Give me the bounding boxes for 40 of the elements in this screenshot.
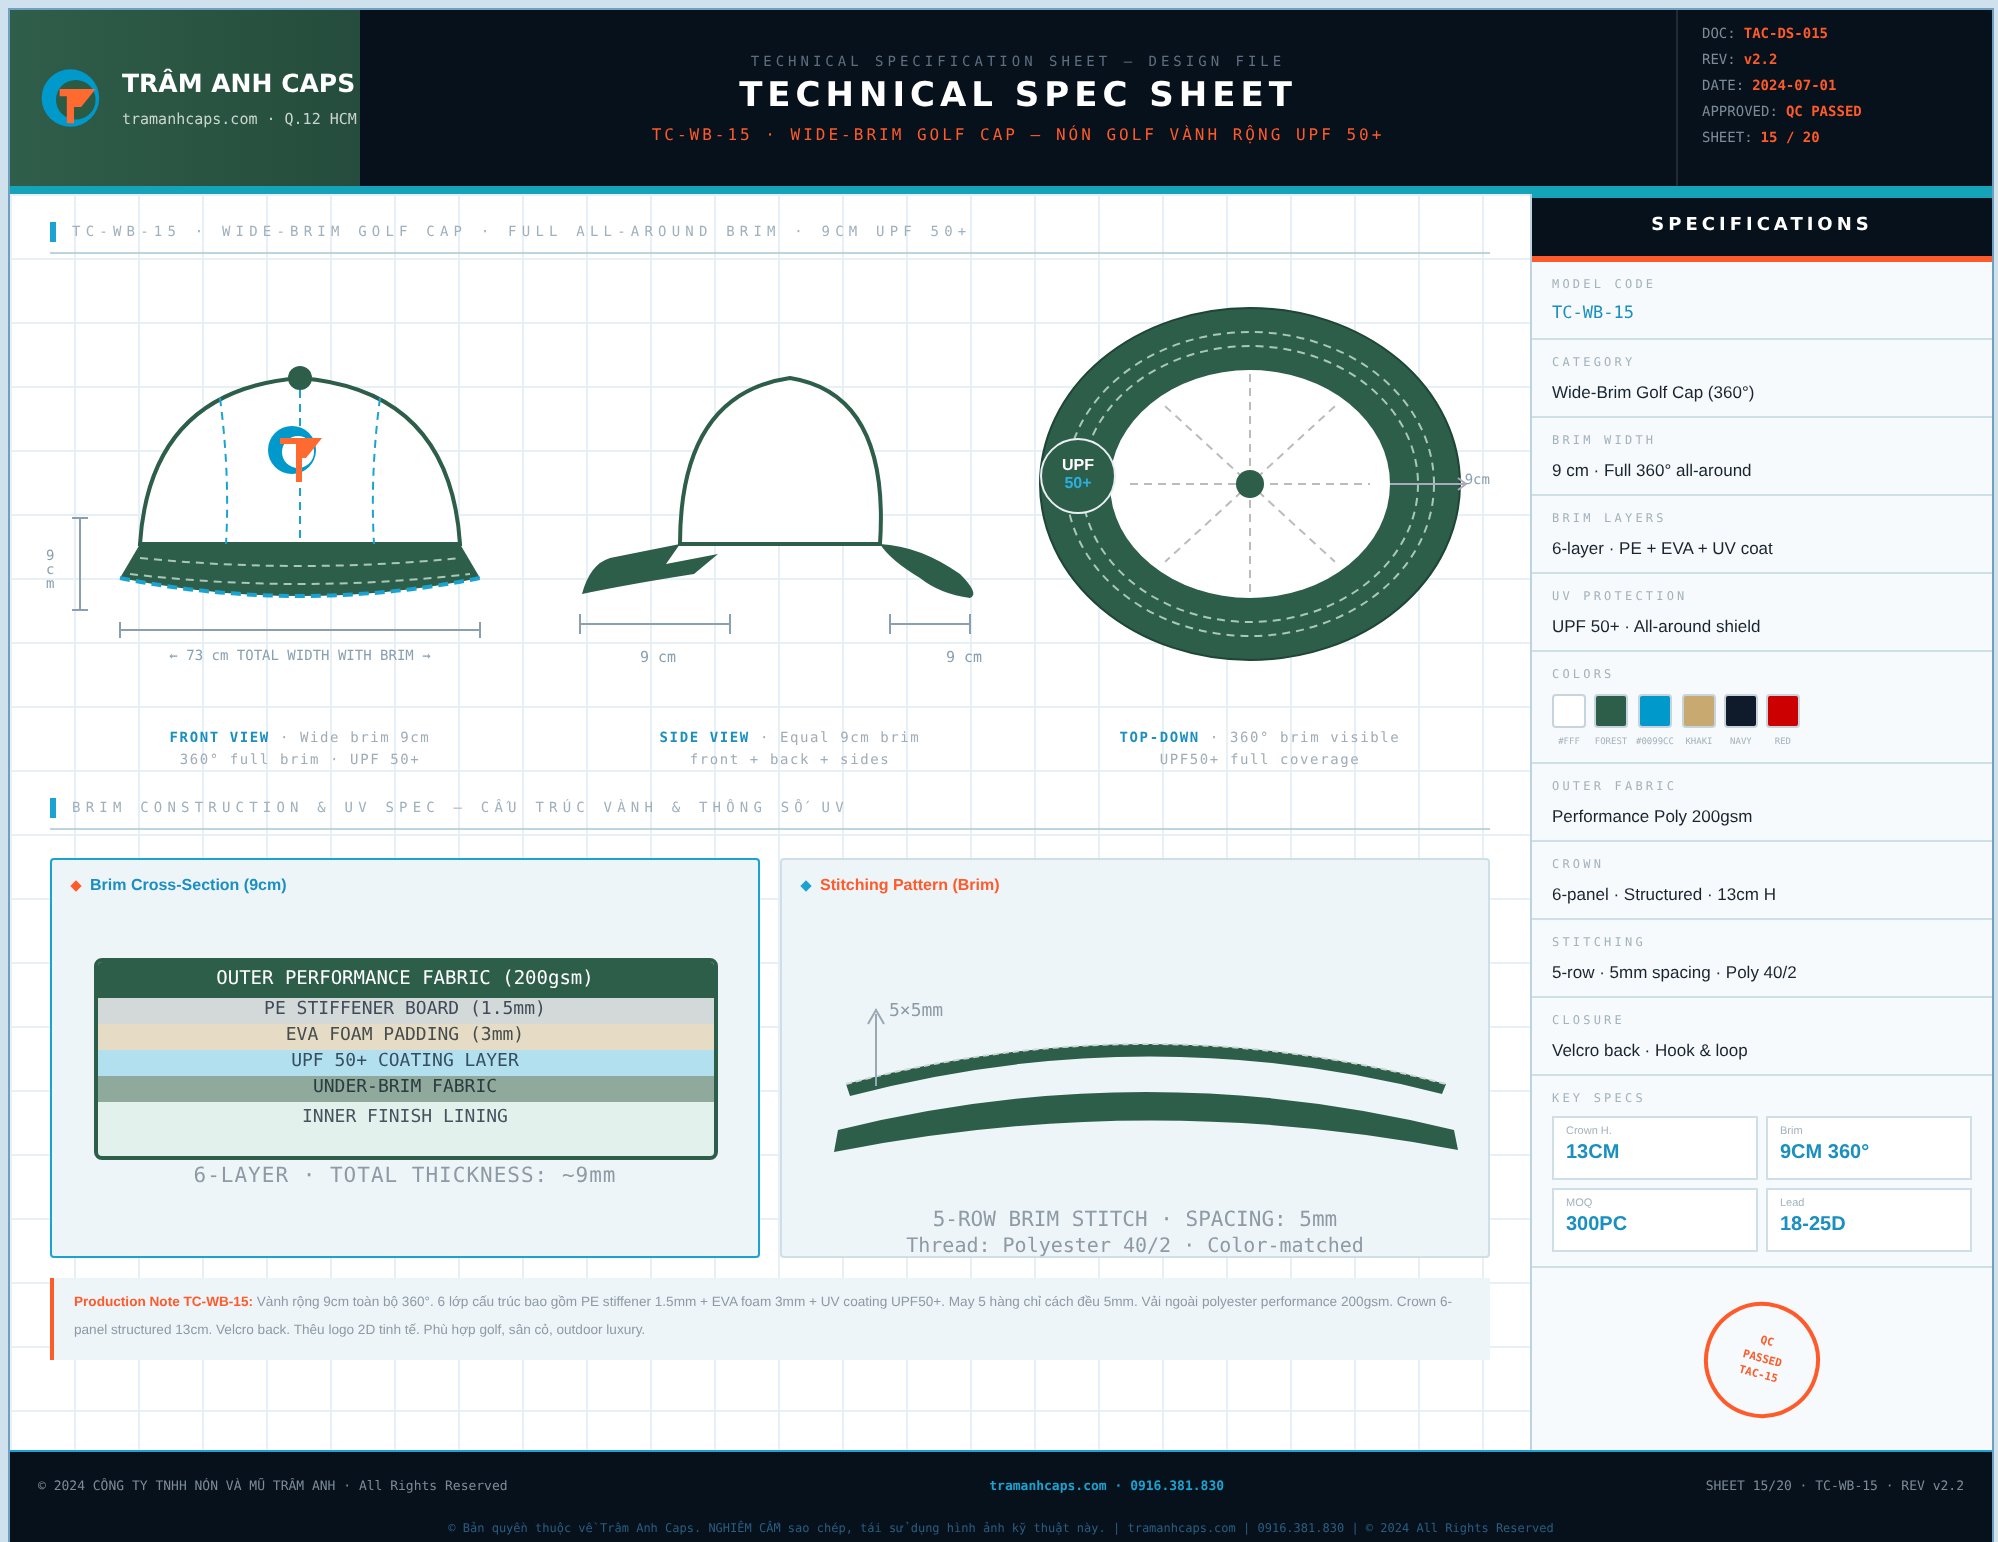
color-swatch[interactable] bbox=[1723, 694, 1758, 728]
color-swatch[interactable] bbox=[1637, 694, 1672, 728]
section-marker bbox=[50, 798, 56, 818]
layer-label: UPF 50+ COATING LAYER bbox=[97, 1050, 713, 1076]
panel-title: Stitching Pattern (Brim) bbox=[820, 876, 1000, 894]
dimension-line bbox=[889, 613, 971, 635]
spec-value: 6-layer · PE + EVA + UV coat bbox=[1552, 538, 1775, 558]
key-spec-value: 18-25D bbox=[1780, 1214, 1848, 1236]
layer-label: UNDER-BRIM FABRIC bbox=[97, 1076, 713, 1102]
thickness-label: 6-LAYER · TOTAL THICKNESS: ~9mm bbox=[193, 1164, 617, 1188]
spec-value: 5-row · 5mm spacing · Poly 40/2 bbox=[1552, 962, 1799, 982]
section-marker bbox=[50, 222, 56, 242]
key-spec-value: 300PC bbox=[1566, 1214, 1630, 1236]
spec-value: 9 cm · Full 360° all-around bbox=[1552, 460, 1754, 480]
color-swatch[interactable] bbox=[1552, 694, 1586, 728]
dimension-label: 5×5mm bbox=[889, 1002, 944, 1022]
spec-value: 6-panel · Structured · 13cm H bbox=[1552, 884, 1778, 904]
height-dimension-line bbox=[71, 517, 89, 611]
key-spec-value: 13CM bbox=[1566, 1142, 1622, 1164]
layer-label: PE STIFFENER BOARD (1.5mm) bbox=[97, 998, 713, 1024]
key-spec-value: 9CM 360° bbox=[1780, 1142, 1872, 1164]
sheet-subtitle: TC-WB-15 · WIDE-BRIM GOLF CAP — NÓN GOLF VÀNH RỘNG UPF 50+ bbox=[651, 125, 1385, 143]
dimension-arrow bbox=[1389, 477, 1468, 491]
color-swatch[interactable] bbox=[1594, 694, 1628, 728]
spec-value: UPF 50+ · All-around shield bbox=[1552, 616, 1763, 636]
sheet-title: TECHNICAL SPEC SHEET bbox=[739, 75, 1297, 115]
spec-value: Wide-Brim Golf Cap (360°) bbox=[1552, 382, 1757, 402]
panel-title: Brim Cross-Section (9cm) bbox=[90, 876, 287, 894]
layer-label: EVA FOAM PADDING (3mm) bbox=[97, 1024, 713, 1050]
thread-spec: Thread: Polyester 40/2 · Color-matched bbox=[906, 1236, 1364, 1258]
sidebar-title: SPECIFICATIONS bbox=[1532, 194, 1992, 262]
color-swatch[interactable] bbox=[1681, 694, 1716, 728]
brand-name: TRÂM ANH CAPS bbox=[122, 68, 357, 98]
stitch-spec: 5-ROW BRIM STITCH · SPACING: 5mm bbox=[932, 1208, 1338, 1232]
dimension-arrow bbox=[866, 1008, 884, 1087]
spec-value: TC-WB-15 bbox=[1552, 304, 1636, 324]
color-swatch[interactable] bbox=[1765, 694, 1800, 728]
spec-value: Performance Poly 200gsm bbox=[1552, 806, 1755, 826]
layer-label: OUTER PERFORMANCE FABRIC (200gsm) bbox=[97, 962, 713, 998]
spec-value: Velcro back · Hook & loop bbox=[1552, 1040, 1750, 1060]
